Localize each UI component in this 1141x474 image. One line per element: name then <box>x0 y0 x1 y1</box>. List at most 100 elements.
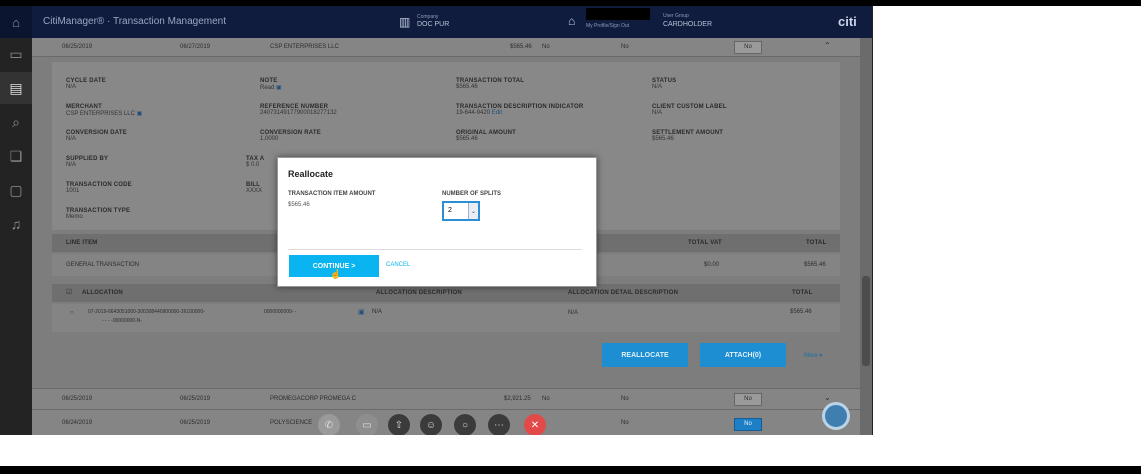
detail-note: NOTE Read ▣ <box>260 78 282 91</box>
dialog-divider <box>288 249 582 250</box>
scrollbar-thumb[interactable] <box>862 276 870 366</box>
note-edit-icon[interactable]: ▣ <box>276 85 282 91</box>
field-value: XXXX <box>246 188 263 194</box>
phone-icon[interactable]: ✆ <box>318 414 340 435</box>
line-item-name: GENERAL TRANSACTION <box>66 262 140 268</box>
table-row[interactable]: 06/24/2019 06/25/2019 POLYSCIENCE No No <box>32 410 860 435</box>
column-header: TOTAL VAT <box>688 240 722 246</box>
row-toggle[interactable]: No <box>734 41 762 54</box>
detail-client-custom: CLIENT CUSTOM LABEL N/A <box>652 104 727 116</box>
user-group-value: CARDHOLDER <box>663 21 713 28</box>
column-header: TOTAL <box>792 290 813 296</box>
dialog-title: Reallocate <box>288 169 334 179</box>
chevron-up-icon[interactable]: ⌃ <box>824 41 831 50</box>
field-value: N/A <box>652 110 663 116</box>
company-value: DOC PUR <box>417 21 450 28</box>
field-value: N/A <box>66 136 77 142</box>
close-icon[interactable]: ✕ <box>524 414 546 435</box>
detail-conversion-rate: CONVERSION RATE 1.0000 <box>260 130 321 142</box>
splits-value: 2 <box>448 207 452 214</box>
card-icon[interactable]: ▭ <box>0 38 32 70</box>
search-icon[interactable]: ⌕ <box>0 106 32 138</box>
more-link[interactable]: More ▾ <box>804 352 822 359</box>
document-icon[interactable]: ▤ <box>0 72 32 104</box>
column-header: ALLOCATION <box>82 290 123 296</box>
table-row[interactable]: ○ 07-2019-6643051000-300308440900000-261… <box>52 304 840 332</box>
column-header: TOTAL <box>806 240 827 246</box>
field-value: Memo <box>66 214 83 220</box>
video-icon[interactable]: ▭ <box>356 414 378 435</box>
merchant-info-icon[interactable]: ▣ <box>137 111 143 117</box>
splits-label: NUMBER OF SPLITS <box>442 191 502 197</box>
row-toggle[interactable]: No <box>734 393 762 406</box>
column-header: ALLOCATION DESCRIPTION <box>376 290 462 296</box>
line-item-total: $565.46 <box>804 262 826 268</box>
field-value: 1001 <box>66 188 80 194</box>
detail-conversion-date: CONVERSION DATE N/A <box>66 130 127 142</box>
cancel-button[interactable]: CANCEL <box>386 262 410 268</box>
field-value: N/A <box>66 162 77 168</box>
chevron-down-icon[interactable]: ⌄ <box>468 203 478 219</box>
row-flag: No <box>621 420 629 426</box>
scrollbar-track[interactable] <box>860 38 872 435</box>
detail-transaction-code: TRANSACTION CODE 1001 <box>66 182 132 194</box>
home-icon[interactable]: ⌂ <box>0 6 32 38</box>
field-value: 19-644-9420 <box>456 110 491 116</box>
files-icon[interactable]: ❏ <box>0 140 32 172</box>
left-sidebar: ▭ ▤ ⌕ ❏ ▢ ♫ <box>0 38 32 435</box>
assistant-icon[interactable] <box>822 402 850 430</box>
user-icon[interactable]: ⌂ <box>568 14 575 28</box>
line-item-vat: $0.00 <box>704 262 720 268</box>
bell-icon[interactable]: ♫ <box>0 208 32 240</box>
row-date: 06/25/2019 <box>62 396 93 402</box>
allocation-code: 07-2019-6643051000-300308440900000-26100… <box>88 309 205 315</box>
checkbox-icon[interactable]: ☑ <box>66 288 72 296</box>
company-icon: ▥ <box>399 15 411 29</box>
share-icon[interactable]: ⇧ <box>388 414 410 435</box>
detail-tax: TAX A $ 0.0 <box>246 156 264 168</box>
detail-status: STATUS N/A <box>652 78 676 90</box>
detail-merchant: MERCHANT CSP ENTERPRISES LLC ▣ <box>66 104 142 117</box>
right-blank-pane <box>872 6 1141 435</box>
chat-icon[interactable]: ○ <box>454 414 476 435</box>
row-flag: No <box>542 396 550 402</box>
row-date: 06/27/2019 <box>180 44 211 50</box>
detail-transaction-total: TRANSACTION TOTAL $565.46 <box>456 78 524 90</box>
radio-icon[interactable]: ○ <box>70 310 74 316</box>
more-icon[interactable]: ⋯ <box>488 414 510 435</box>
attach-button[interactable]: ATTACH(0) <box>700 343 786 367</box>
row-amount: $2,921.25 <box>504 396 531 402</box>
chevron-down-icon[interactable]: ⌄ <box>824 393 831 402</box>
calendar-icon[interactable]: ▣ <box>358 308 365 316</box>
row-flag: No <box>542 44 550 50</box>
reallocate-dialog: Reallocate TRANSACTION ITEM AMOUNT $565.… <box>277 157 597 287</box>
detail-reference: REFERENCE NUMBER 24073149177900018277132 <box>260 104 337 116</box>
table-row[interactable]: 06/25/2019 06/25/2019 PROMEGACORP PROMEG… <box>32 388 860 410</box>
profile-signout-link[interactable]: My Profile/Sign Out <box>586 23 629 29</box>
field-value: CSP ENTERPRISES LLC <box>66 111 135 117</box>
allocation-desc: N/A <box>372 309 383 315</box>
bottom-black-bar <box>0 466 1141 474</box>
row-date: 06/25/2019 <box>180 420 211 426</box>
column-header: LINE ITEM <box>66 240 98 246</box>
reallocate-button[interactable]: REALLOCATE <box>602 343 688 367</box>
app-title: CitiManager® · Transaction Management <box>43 16 227 27</box>
app-window: ⌂ CitiManager® · Transaction Management … <box>0 6 872 435</box>
participants-icon[interactable]: ☺ <box>420 414 442 435</box>
row-flag: No <box>621 44 629 50</box>
tdi-edit-link[interactable]: Edit <box>492 110 502 116</box>
detail-bill: BILL XXXX <box>246 182 262 194</box>
row-toggle[interactable]: No <box>734 418 762 431</box>
table-row[interactable]: 06/25/2019 06/27/2019 CSP ENTERPRISES LL… <box>32 38 860 57</box>
field-value: $565.46 <box>456 136 478 142</box>
detail-original-amount: ORIGINAL AMOUNT $565.46 <box>456 130 516 142</box>
allocation-code: 0000000000- - <box>264 309 297 315</box>
field-value: N/A <box>652 84 663 90</box>
row-date: 06/25/2019 <box>62 44 93 50</box>
row-date: 06/24/2019 <box>62 420 93 426</box>
detail-settlement-amount: SETTLEMENT AMOUNT $565.46 <box>652 130 723 142</box>
row-amount: $565.46 <box>510 44 532 50</box>
folder-icon[interactable]: ▢ <box>0 174 32 206</box>
field-value: 24073149177900018277132 <box>260 110 337 116</box>
number-of-splits-select[interactable]: 2 ⌄ <box>442 201 480 221</box>
